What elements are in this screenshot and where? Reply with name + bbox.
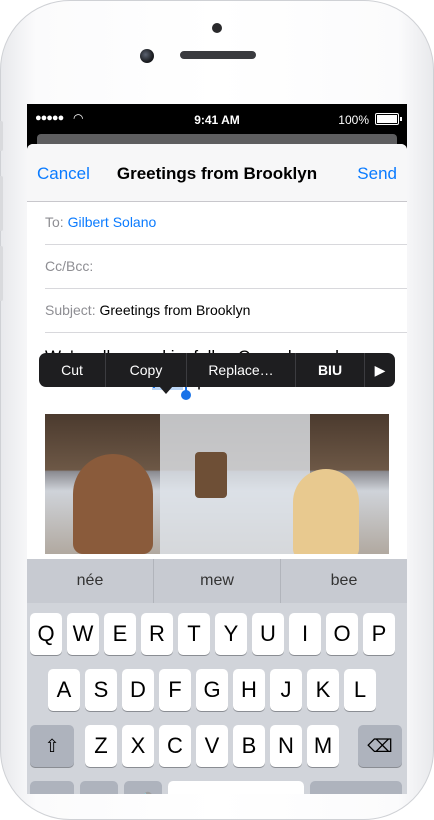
key-a[interactable]: A — [48, 669, 80, 711]
space-key[interactable]: space — [168, 781, 304, 794]
compose-navbar: Cancel Greetings from Brooklyn Send — [27, 144, 407, 202]
microphone-key-icon[interactable]: 🎤 — [124, 781, 162, 794]
key-r[interactable]: R — [141, 613, 173, 655]
key-x[interactable]: X — [122, 725, 154, 767]
volume-up-button — [0, 176, 3, 231]
selection-end-handle[interactable] — [181, 390, 191, 400]
key-o[interactable]: O — [326, 613, 358, 655]
battery-icon — [375, 113, 402, 125]
menu-cut[interactable]: Cut — [39, 353, 106, 387]
to-recipient[interactable]: Gilbert Solano — [68, 214, 157, 230]
key-u[interactable]: U — [252, 613, 284, 655]
send-button[interactable]: Send — [357, 164, 397, 184]
ccbcc-label: Cc/Bcc: — [45, 258, 94, 274]
subject-value[interactable]: Greetings from Brooklyn — [99, 302, 250, 318]
menu-copy[interactable]: Copy — [106, 353, 187, 387]
subject-label: Subject: — [45, 302, 96, 318]
key-n[interactable]: N — [270, 725, 302, 767]
menu-format[interactable]: BIU — [296, 353, 365, 387]
front-camera — [140, 49, 154, 63]
screen: ●●●●● ◠ 9:41 AM 100% Cancel Greetings fr… — [27, 104, 407, 794]
edit-menu: Cut Copy Replace… BIU ▶ — [39, 353, 395, 387]
photo-lantern — [195, 452, 227, 498]
emoji-key-icon[interactable]: ☺ — [80, 781, 118, 794]
to-label: To: — [45, 214, 64, 230]
mail-compose-sheet: Cancel Greetings from Brooklyn Send To: … — [27, 144, 407, 794]
subject-field[interactable]: Subject: Greetings from Brooklyn — [45, 289, 407, 333]
battery-percent: 100% — [338, 113, 369, 127]
key-p[interactable]: P — [363, 613, 395, 655]
return-key[interactable]: return — [310, 781, 402, 794]
suggestion-3[interactable]: bee — [281, 559, 407, 603]
earpiece-speaker — [180, 51, 256, 59]
key-z[interactable]: Z — [85, 725, 117, 767]
numbers-key[interactable]: 123 — [30, 781, 74, 794]
key-m[interactable]: M — [307, 725, 339, 767]
menu-replace[interactable]: Replace… — [187, 353, 296, 387]
shift-key-icon[interactable]: ⇧ — [30, 725, 74, 767]
key-h[interactable]: H — [233, 669, 265, 711]
compose-title: Greetings from Brooklyn — [116, 164, 318, 183]
mute-switch — [0, 121, 3, 151]
suggestion-1[interactable]: née — [27, 559, 154, 603]
attached-photo[interactable] — [45, 414, 389, 554]
delete-key-icon[interactable]: ⌫ — [358, 725, 402, 767]
keyboard: née mew bee Q W E R T Y U I O P A S D F … — [27, 559, 407, 794]
key-j[interactable]: J — [270, 669, 302, 711]
status-bar: ●●●●● ◠ 9:41 AM 100% — [27, 104, 407, 134]
key-t[interactable]: T — [178, 613, 210, 655]
key-c[interactable]: C — [159, 725, 191, 767]
key-d[interactable]: D — [122, 669, 154, 711]
key-s[interactable]: S — [85, 669, 117, 711]
ccbcc-field[interactable]: Cc/Bcc: — [45, 245, 407, 289]
key-e[interactable]: E — [104, 613, 136, 655]
volume-down-button — [0, 246, 3, 301]
quicktype-bar: née mew bee — [27, 559, 407, 603]
key-y[interactable]: Y — [215, 613, 247, 655]
key-v[interactable]: V — [196, 725, 228, 767]
edit-menu-pointer — [159, 386, 173, 394]
key-w[interactable]: W — [67, 613, 99, 655]
photo-wall — [160, 414, 310, 554]
to-field[interactable]: To: Gilbert Solano — [45, 201, 407, 245]
key-b[interactable]: B — [233, 725, 265, 767]
menu-more-arrow-icon[interactable]: ▶ — [365, 353, 395, 387]
key-g[interactable]: G — [196, 669, 228, 711]
key-f[interactable]: F — [159, 669, 191, 711]
suggestion-2[interactable]: mew — [154, 559, 281, 603]
phone-frame: ●●●●● ◠ 9:41 AM 100% Cancel Greetings fr… — [0, 0, 434, 820]
photo-person-left — [73, 454, 153, 554]
key-l[interactable]: L — [344, 669, 376, 711]
photo-person-right — [293, 469, 359, 554]
key-i[interactable]: I — [289, 613, 321, 655]
key-q[interactable]: Q — [30, 613, 62, 655]
proximity-sensor — [212, 23, 222, 33]
key-k[interactable]: K — [307, 669, 339, 711]
